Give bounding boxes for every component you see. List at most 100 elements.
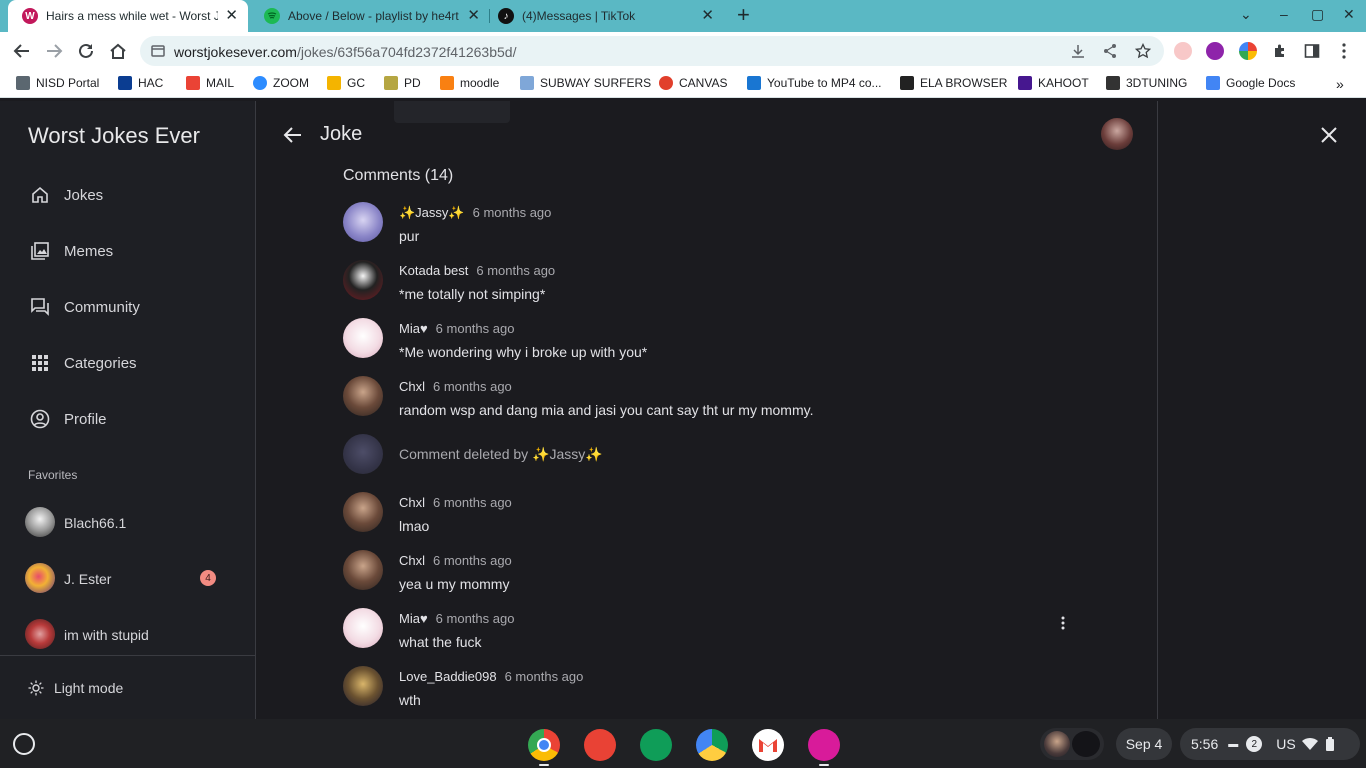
comment-author[interactable]: ✨Jassy✨ 6 months ago xyxy=(399,205,551,221)
drive-icon[interactable] xyxy=(696,729,728,761)
comment-time: 6 months ago xyxy=(472,205,552,220)
extension-icon[interactable] xyxy=(1239,42,1257,60)
comment-author[interactable]: Chxl 6 months ago xyxy=(399,379,512,394)
bookmarks-bar: NISD Portal HAC MAIL ZOOM GC PD moodle S… xyxy=(0,70,1366,98)
tab-worst-jokes[interactable]: W Hairs a mess while wet - Worst J ✕ xyxy=(8,0,248,32)
bookmark-mail[interactable]: MAIL xyxy=(186,76,234,90)
comment-author[interactable]: Mia♥ 6 months ago xyxy=(399,611,514,626)
tab-spotify[interactable]: Above / Below - playlist by he4rt ✕ xyxy=(250,0,490,32)
comment-item: ✨Jassy✨ 6 months ago pur xyxy=(343,202,1083,260)
browser-menu-icon[interactable] xyxy=(1333,40,1355,62)
gallery-icon[interactable] xyxy=(808,729,840,761)
forum-icon xyxy=(31,298,49,316)
close-icon[interactable] xyxy=(1320,126,1338,144)
classroom-icon[interactable] xyxy=(640,729,672,761)
tab-tiktok[interactable]: ♪ (4)Messages | TikTok ✕ xyxy=(484,0,724,32)
comment-author[interactable]: Mia♥ 6 months ago xyxy=(399,321,514,336)
bookmark-zoom[interactable]: ZOOM xyxy=(253,76,309,90)
install-icon[interactable] xyxy=(1070,43,1086,59)
tab-strip: W Hairs a mess while wet - Worst J ✕ Abo… xyxy=(0,0,1366,32)
tab-search-icon[interactable]: ⌄ xyxy=(1240,6,1252,23)
home-button-icon[interactable] xyxy=(107,40,129,62)
reload-icon[interactable] xyxy=(75,40,97,62)
gmail-icon[interactable] xyxy=(752,729,784,761)
more-options-icon[interactable] xyxy=(1061,616,1065,630)
avatar[interactable] xyxy=(343,550,383,590)
side-panel-icon[interactable] xyxy=(1301,40,1323,62)
close-tab-icon[interactable]: ✕ xyxy=(701,8,714,24)
bookmark-star-icon[interactable] xyxy=(1135,43,1151,59)
back-arrow-icon[interactable] xyxy=(282,124,304,146)
maximize-icon[interactable]: ▢ xyxy=(1311,6,1324,23)
site-brand[interactable]: Worst Jokes Ever xyxy=(28,123,200,149)
sidebar-item-community[interactable]: Community xyxy=(0,287,255,327)
site-info-icon[interactable] xyxy=(150,43,166,59)
bookmark-gc[interactable]: GC xyxy=(327,76,365,90)
avatar[interactable] xyxy=(343,260,383,300)
bookmark-pd[interactable]: PD xyxy=(384,76,421,90)
back-icon[interactable] xyxy=(11,40,33,62)
canvas-paint-icon[interactable] xyxy=(584,729,616,761)
running-indicator xyxy=(539,764,549,766)
grid-icon xyxy=(32,355,48,371)
avatar xyxy=(343,434,383,474)
avatar[interactable] xyxy=(343,666,383,706)
favorite-blach66[interactable]: Blach66.1 xyxy=(0,503,255,543)
minimize-icon[interactable]: – xyxy=(1280,6,1288,22)
theme-toggle[interactable]: Light mode xyxy=(0,655,255,719)
user-avatar[interactable] xyxy=(1101,118,1133,150)
date-tray[interactable]: Sep 4 xyxy=(1116,728,1172,760)
bookmark-canvas[interactable]: CANVAS xyxy=(659,76,727,90)
extensions-puzzle-icon[interactable] xyxy=(1269,40,1291,62)
bookmark-kahoot[interactable]: KAHOOT xyxy=(1018,76,1089,90)
sidebar-item-label: Jokes xyxy=(64,187,104,204)
close-window-icon[interactable]: ✕ xyxy=(1343,6,1355,23)
new-tab-icon[interactable]: + xyxy=(737,4,750,26)
sidebar-item-categories[interactable]: Categories xyxy=(0,343,255,383)
comment-author[interactable]: Chxl 6 months ago xyxy=(399,553,512,568)
bookmark-3dtuning[interactable]: 3DTUNING xyxy=(1106,76,1187,90)
bookmark-subway-surfers[interactable]: SUBWAY SURFERS xyxy=(520,76,651,90)
sidebar-item-profile[interactable]: Profile xyxy=(0,399,255,439)
status-tray[interactable]: 5:56 ▬ 2 US xyxy=(1180,728,1360,760)
background-content xyxy=(394,101,510,123)
avatar[interactable] xyxy=(343,202,383,242)
extension-icon[interactable] xyxy=(1206,42,1224,60)
share-icon[interactable] xyxy=(1102,43,1118,59)
classroom-bookmark-icon xyxy=(327,76,341,90)
bookmark-youtube-mp4[interactable]: YouTube to MP4 co... xyxy=(747,76,882,90)
forward-icon[interactable] xyxy=(43,40,65,62)
sidebar-item-memes[interactable]: Memes xyxy=(0,231,255,271)
comment-author[interactable]: Kotada best 6 months ago xyxy=(399,263,555,278)
sidebar-item-jokes[interactable]: Jokes xyxy=(0,175,255,215)
avatar[interactable] xyxy=(343,608,383,648)
favorite-label: J. Ester xyxy=(64,571,112,587)
more-bookmarks-icon[interactable]: » xyxy=(1336,76,1344,92)
avatar[interactable] xyxy=(343,318,383,358)
comment-author[interactable]: Love_Baddie098 6 months ago xyxy=(399,669,583,684)
comment-author[interactable]: Chxl 6 months ago xyxy=(399,495,512,510)
favorite-im-with-stupid[interactable]: im with stupid xyxy=(0,615,255,655)
launcher-icon[interactable] xyxy=(13,733,35,755)
bookmark-moodle[interactable]: moodle xyxy=(440,76,499,90)
holding-space[interactable] xyxy=(1040,728,1104,760)
bookmark-ela-browser[interactable]: ELA BROWSER xyxy=(900,76,1007,90)
avatar xyxy=(25,507,55,537)
comment-item: Chxl 6 months ago lmao xyxy=(343,492,1083,550)
avatar[interactable] xyxy=(343,492,383,532)
sidebar-item-label: Profile xyxy=(64,411,107,428)
close-tab-icon[interactable]: ✕ xyxy=(467,8,480,24)
sidebar: Worst Jokes Ever Jokes Memes Community C… xyxy=(0,101,256,719)
favorite-j-ester[interactable]: J. Ester 4 xyxy=(0,559,255,599)
address-bar[interactable]: worstjokesever.com/jokes/63f56a704fd2372… xyxy=(140,36,1164,66)
comment-text: pur xyxy=(399,228,420,244)
screencast-extension-icon[interactable] xyxy=(1174,42,1192,60)
bookmark-hac[interactable]: HAC xyxy=(118,76,163,90)
avatar[interactable] xyxy=(343,376,383,416)
bookmark-nisd-portal[interactable]: NISD Portal xyxy=(16,76,99,90)
book-icon xyxy=(900,76,914,90)
chrome-icon[interactable] xyxy=(528,729,560,761)
web-page: Worst Jokes Ever Jokes Memes Community C… xyxy=(0,101,1366,719)
bookmark-google-docs[interactable]: Google Docs xyxy=(1206,76,1295,90)
close-tab-icon[interactable]: ✕ xyxy=(225,8,238,24)
